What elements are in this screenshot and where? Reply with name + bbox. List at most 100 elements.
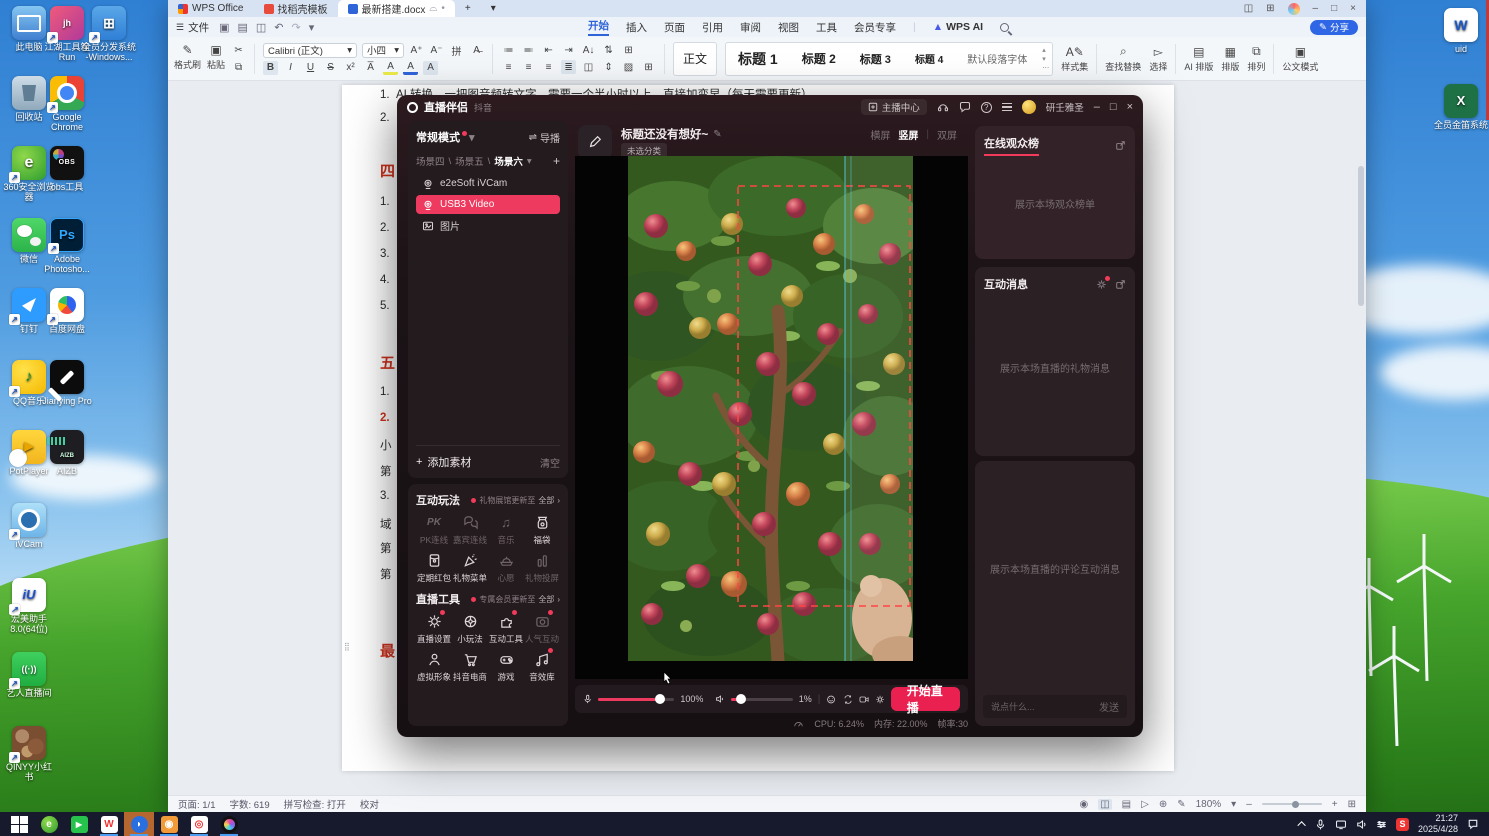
- share-button[interactable]: ✎ 分享: [1310, 19, 1358, 35]
- format-painter-button[interactable]: ✎ 格式刷: [174, 43, 201, 74]
- ai-typeset-button[interactable]: ▤ AI 排版: [1184, 45, 1213, 73]
- style-heading2[interactable]: 标题 2: [790, 50, 848, 67]
- cut-icon[interactable]: ✂: [231, 43, 246, 57]
- superscript-button[interactable]: x²: [343, 61, 358, 75]
- zoom-dropdown-icon[interactable]: ▾: [1231, 799, 1236, 810]
- anchor-center-button[interactable]: 主播中心: [860, 99, 927, 115]
- flip-camera-icon[interactable]: [843, 693, 853, 706]
- document-scrollbar[interactable]: [1358, 166, 1364, 775]
- bullet-list-icon[interactable]: ≔: [501, 43, 516, 57]
- indent-icon[interactable]: ⇥: [561, 43, 576, 57]
- scene-tab-5[interactable]: 场景五: [455, 154, 484, 168]
- scene-dropdown-icon[interactable]: ▾: [527, 156, 532, 167]
- undo-icon[interactable]: ↶: [274, 21, 283, 34]
- shrink-font-icon[interactable]: A⁻: [429, 43, 444, 57]
- highlight-button[interactable]: A: [383, 61, 399, 75]
- chat-input[interactable]: 说点什么... 发送: [983, 695, 1127, 718]
- text-direction-icon[interactable]: A↓: [581, 43, 596, 57]
- layout-switch-icon[interactable]: ◫: [1244, 3, 1253, 14]
- mode-portrait[interactable]: 竖屏: [898, 127, 918, 142]
- desktop-icon-live-room[interactable]: ((·))艺人直播间: [2, 652, 56, 698]
- headset-icon[interactable]: [937, 101, 949, 113]
- tool-games[interactable]: 游戏: [488, 650, 524, 683]
- eye-icon[interactable]: ◉: [1079, 799, 1088, 810]
- play-guest-link[interactable]: 嘉宾连线: [452, 513, 488, 546]
- source-ivcam[interactable]: e2eSoft iVCam: [416, 174, 560, 193]
- desktop-icon-uid[interactable]: Wuid: [1434, 8, 1488, 54]
- style-heading3[interactable]: 标题 3: [848, 51, 903, 67]
- menu-review[interactable]: 审阅: [740, 20, 761, 35]
- director-mode-button[interactable]: ⇌ 导播: [529, 130, 560, 145]
- menu-view[interactable]: 视图: [778, 20, 799, 35]
- taskbar-media-app[interactable]: ◉: [154, 812, 184, 836]
- edit-title-icon[interactable]: ✎: [713, 129, 721, 140]
- desktop-icon-aizb[interactable]: AIZB AIZB: [40, 430, 94, 476]
- style-gallery-up-icon[interactable]: ▴: [1042, 46, 1049, 54]
- number-list-icon[interactable]: ≕: [521, 43, 536, 57]
- new-tab-button[interactable]: +: [455, 0, 481, 17]
- scene-tab-4[interactable]: 场景四: [416, 154, 445, 168]
- line-spacing-icon[interactable]: ⇕: [601, 60, 616, 74]
- stream-maximize-button[interactable]: □: [1110, 101, 1117, 113]
- play-pk-link[interactable]: PK PK连线: [416, 513, 452, 546]
- font-name-select[interactable]: Calibri (正文) ▾: [263, 42, 358, 58]
- zoom-out-button[interactable]: –: [1246, 799, 1252, 810]
- scene-tab-6-active[interactable]: 场景六: [494, 154, 523, 168]
- save-icon[interactable]: ▣: [219, 21, 229, 34]
- taskbar-color-app[interactable]: [214, 812, 244, 836]
- tool-douyin-shop[interactable]: 抖音电商: [452, 650, 488, 683]
- align-center-icon[interactable]: ≡: [521, 60, 536, 74]
- print-icon[interactable]: ◫: [256, 21, 266, 34]
- desktop-icon-sheet[interactable]: X 全员金笛系统: [1434, 84, 1488, 130]
- minimize-button[interactable]: –: [1313, 3, 1319, 14]
- beauty-sticker-icon[interactable]: [826, 693, 836, 706]
- quickbar-dropdown-icon[interactable]: ▾: [309, 21, 315, 34]
- status-proof[interactable]: 校对: [360, 797, 379, 811]
- menu-home[interactable]: 开始: [588, 18, 609, 36]
- settings-gear-icon[interactable]: [875, 693, 885, 706]
- find-replace-button[interactable]: ⌕ 查找替换: [1105, 44, 1141, 73]
- select-button[interactable]: ▻ 选择: [1149, 45, 1167, 73]
- bold-button[interactable]: B: [263, 60, 279, 75]
- tab-list-dropdown[interactable]: ▾: [481, 0, 506, 17]
- tool-popularity[interactable]: 人气互动: [524, 610, 560, 645]
- play-all-link[interactable]: 全部: [538, 495, 554, 506]
- maximize-button[interactable]: □: [1331, 3, 1337, 14]
- tool-virtual-avatar[interactable]: 虚拟形象: [416, 650, 452, 683]
- style-heading1[interactable]: 标题 1: [726, 49, 790, 69]
- tool-live-settings[interactable]: 直播设置: [416, 610, 452, 645]
- tray-display-icon[interactable]: [1335, 819, 1347, 830]
- sogou-input-icon[interactable]: S: [1395, 817, 1409, 831]
- style-gallery-down-icon[interactable]: ▾: [1042, 55, 1049, 63]
- web-view-icon[interactable]: ⊕: [1159, 799, 1167, 810]
- tool-sound-library[interactable]: 音效库: [524, 648, 560, 683]
- typeset-button[interactable]: ▦ 排版: [1221, 45, 1239, 73]
- account-avatar[interactable]: [1287, 2, 1300, 15]
- chat-bubble-icon[interactable]: [959, 101, 971, 113]
- desktop-icon-jianying[interactable]: Jianying Pro: [40, 360, 94, 406]
- mic-icon[interactable]: [583, 693, 592, 705]
- zoom-level[interactable]: 180%: [1196, 799, 1222, 810]
- taskbar-360-browser[interactable]: e: [34, 812, 64, 836]
- start-live-button[interactable]: 开始直播: [890, 684, 961, 715]
- source-image[interactable]: 图片: [416, 216, 560, 235]
- style-set-button[interactable]: A✎ 样式集: [1061, 45, 1088, 73]
- menu-wps-ai[interactable]: ▲ WPS AI: [933, 21, 983, 33]
- msg-settings-gear-icon[interactable]: [1096, 275, 1110, 290]
- taskbar-live-companion[interactable]: ◗: [124, 812, 154, 836]
- desktop-icon-qinyy[interactable]: QINYY小红书: [2, 726, 56, 783]
- mode-landscape[interactable]: 横屏: [870, 127, 890, 142]
- camera-icon[interactable]: [859, 693, 869, 706]
- play-gift-chart[interactable]: 礼物投屏: [524, 551, 560, 584]
- rank-tab[interactable]: 在线观众榜: [984, 135, 1039, 156]
- clock[interactable]: 21:27 2025/4/28: [1418, 813, 1458, 835]
- grow-font-icon[interactable]: A⁺: [409, 43, 424, 57]
- border-icon[interactable]: ⊞: [641, 60, 656, 74]
- taskbar-video-app[interactable]: ▶: [64, 812, 94, 836]
- zoom-in-button[interactable]: +: [1332, 799, 1338, 810]
- paragraph-drag-handle[interactable]: ⣿: [344, 643, 351, 651]
- close-button[interactable]: ×: [1350, 3, 1356, 14]
- stream-close-button[interactable]: ×: [1127, 101, 1133, 113]
- add-material-button[interactable]: + 添加素材: [416, 454, 471, 470]
- stream-title-row[interactable]: 标题还没有想好~ ✎: [621, 126, 722, 142]
